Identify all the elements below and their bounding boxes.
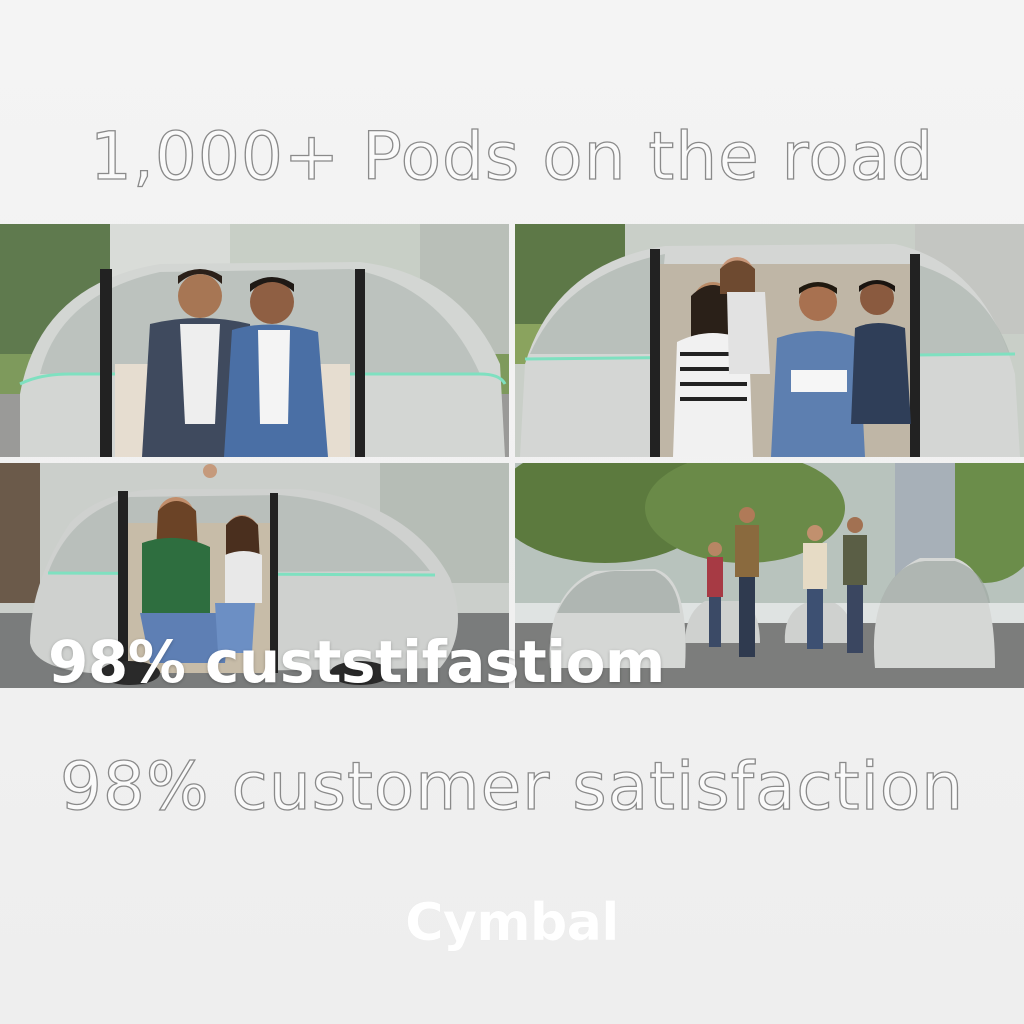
photo-grid: 98% custstifastiom [0, 224, 1024, 696]
photo-two-men-in-pod [0, 224, 509, 457]
headline-pods-count: 1,000+ Pods on the road [89, 117, 935, 195]
headline-satisfaction: 98% customer satisfaction [59, 747, 965, 825]
overlay-satisfaction-text: 98% custstifastiom [48, 628, 665, 696]
brand-logo-cymbal: Cymbal [405, 893, 619, 953]
photo-four-passengers-in-pod [515, 224, 1024, 457]
